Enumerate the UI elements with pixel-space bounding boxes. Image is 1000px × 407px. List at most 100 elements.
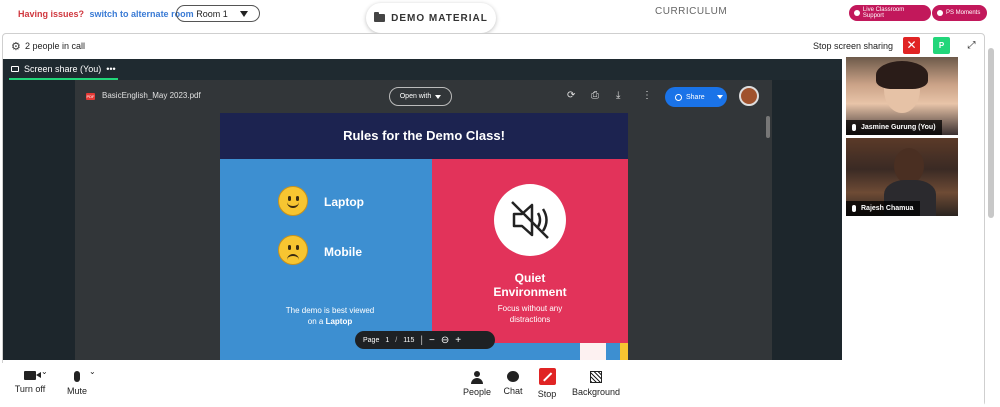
- background-label: Background: [571, 387, 621, 397]
- pdf-share-label: Share: [686, 93, 705, 101]
- happy-face-icon: [278, 186, 308, 216]
- participant-name-label: Jasmine Gurung (You): [846, 120, 942, 135]
- page-scrollbar[interactable]: [985, 40, 997, 220]
- stop-sharing-label: Stop screen sharing: [813, 41, 894, 51]
- more-options-icon[interactable]: •••: [106, 64, 115, 74]
- participant-badge[interactable]: P: [933, 37, 950, 54]
- zoom-in-icon[interactable]: +: [455, 335, 461, 346]
- room-selector[interactable]: Room 1: [176, 5, 260, 22]
- pdf-scrollbar[interactable]: [766, 116, 770, 138]
- expand-icon[interactable]: ⤢: [963, 37, 980, 54]
- screen-share-label: Screen share (You): [24, 63, 102, 74]
- room-label: Room 1: [196, 8, 228, 19]
- zoom-fit-icon[interactable]: ⊖: [441, 335, 449, 346]
- chevron-down-icon[interactable]: ⌄: [89, 367, 96, 376]
- people-label: People: [462, 387, 492, 397]
- people-button[interactable]: People: [461, 371, 493, 397]
- people-count: 2 people in call: [25, 41, 86, 51]
- screen-share-tabbar: Screen share (You) •••: [3, 59, 842, 80]
- support-icon: [854, 10, 860, 16]
- quiet-subtitle: Focus without any distractions: [497, 304, 563, 324]
- ps-moments-button[interactable]: PS Moments: [932, 5, 987, 21]
- pdf-filename: BasicEnglish_May 2023.pdf: [102, 91, 201, 100]
- live-support-button[interactable]: Live Classroom Support: [849, 5, 931, 21]
- open-with-button[interactable]: Open with: [389, 87, 452, 106]
- people-icon: [471, 371, 483, 384]
- quiet-title: Quiet Environment: [493, 271, 567, 299]
- top-bar: Having issues? switch to alternate room …: [0, 0, 1000, 33]
- gear-icon[interactable]: ⚙: [11, 40, 21, 53]
- more-vert-icon[interactable]: ⋮: [642, 90, 652, 101]
- pdf-page-slide: Rules for the Demo Class! Laptop Mobile …: [220, 113, 628, 343]
- mute-button[interactable]: Mute ⌄: [63, 367, 96, 396]
- slide-title: Rules for the Demo Class!: [220, 113, 628, 159]
- slide-right-panel: Quiet Environment Focus without any dist…: [432, 159, 628, 343]
- mic-icon: [852, 124, 856, 131]
- open-with-label: Open with: [399, 93, 432, 100]
- microphone-icon: [74, 371, 80, 382]
- chat-button[interactable]: Chat: [501, 371, 525, 396]
- folder-icon: [374, 12, 386, 22]
- caret-down-icon: [239, 10, 248, 17]
- stop-label: Stop: [537, 389, 557, 399]
- participant-video[interactable]: Jasmine Gurung (You): [846, 57, 958, 135]
- mobile-label: Mobile: [324, 245, 362, 259]
- pdf-share-button[interactable]: Share: [665, 87, 727, 107]
- globe-icon: [675, 93, 682, 101]
- pdf-toolbar: PDF BasicEnglish_May 2023.pdf Open with …: [75, 80, 772, 112]
- zoom-out-icon[interactable]: −: [429, 335, 435, 346]
- issues-notice: Having issues? switch to alternate room: [18, 9, 194, 19]
- background-button[interactable]: Background: [569, 371, 623, 397]
- pdf-file-icon: PDF: [86, 93, 95, 100]
- screen-share-tab[interactable]: Screen share (You) •••: [9, 59, 118, 80]
- participant-name: Jasmine Gurung (You): [861, 124, 936, 131]
- page-separator: /: [395, 336, 398, 344]
- slide-note: The demo is best viewed on a Laptop: [260, 305, 400, 327]
- camera-icon: [24, 371, 41, 380]
- participant-name: Rajesh Chamua: [861, 205, 914, 212]
- moments-icon: [937, 10, 943, 16]
- download-icon[interactable]: ⤓: [616, 90, 620, 101]
- turn-off-label: Turn off: [14, 384, 46, 394]
- chat-icon: [507, 371, 519, 382]
- add-to-drive-icon[interactable]: ⟳: [567, 90, 575, 101]
- chevron-down-icon[interactable]: ⌄: [41, 367, 48, 376]
- stop-share-button[interactable]: Stop: [534, 368, 560, 399]
- divider: |: [420, 334, 423, 346]
- stop-sharing-button[interactable]: ✕: [903, 37, 920, 54]
- turn-off-camera-button[interactable]: Turn off ⌄: [13, 367, 48, 394]
- total-pages: 115: [403, 336, 415, 344]
- chat-label: Chat: [503, 386, 523, 396]
- background-icon: [590, 371, 602, 383]
- curriculum-tab[interactable]: CURRICULUM: [655, 6, 727, 17]
- page-label: Page: [363, 336, 380, 344]
- slide-left-panel: Laptop Mobile The demo is best viewed on…: [220, 159, 432, 343]
- mic-icon: [852, 205, 856, 212]
- screen-share-viewer: PDF BasicEnglish_May 2023.pdf Open with …: [3, 80, 842, 360]
- participant-videos: Jasmine Gurung (You) Rajesh Chamua: [844, 57, 984, 357]
- live-support-label: Live Classroom Support: [862, 7, 905, 19]
- note-line-2: on a Laptop: [307, 317, 353, 326]
- demo-material-label: DEMO MATERIAL: [391, 12, 488, 24]
- pdf-viewer: PDF BasicEnglish_May 2023.pdf Open with …: [75, 80, 772, 360]
- current-page[interactable]: 1: [385, 337, 389, 344]
- call-controls: Turn off ⌄ Mute ⌄ People Chat Stop Backg…: [1, 363, 984, 407]
- participant-video[interactable]: Rajesh Chamua: [846, 138, 958, 216]
- page-navigator: Page 1 / 115 | − ⊖ +: [355, 331, 495, 349]
- demo-material-button[interactable]: DEMO MATERIAL: [366, 3, 496, 33]
- issues-text: Having issues?: [18, 9, 85, 19]
- call-frame: ⚙ 2 people in call Stop screen sharing ✕…: [1, 33, 985, 407]
- stop-share-icon: [538, 368, 556, 385]
- laptop-label: Laptop: [324, 195, 364, 209]
- mute-label: Mute: [66, 386, 87, 396]
- note-line-1: The demo is best viewed: [285, 306, 375, 315]
- caret-down-icon: [716, 95, 723, 99]
- sad-face-icon: [278, 235, 308, 265]
- print-icon[interactable]: ⎙: [591, 90, 599, 101]
- scrollbar-thumb[interactable]: [988, 48, 994, 218]
- participant-name-label: Rajesh Chamua: [846, 201, 920, 216]
- monitor-icon: [11, 65, 19, 72]
- avatar[interactable]: [739, 86, 759, 106]
- ps-moments-label: PS Moments: [946, 10, 981, 16]
- caret-down-icon: [435, 94, 442, 99]
